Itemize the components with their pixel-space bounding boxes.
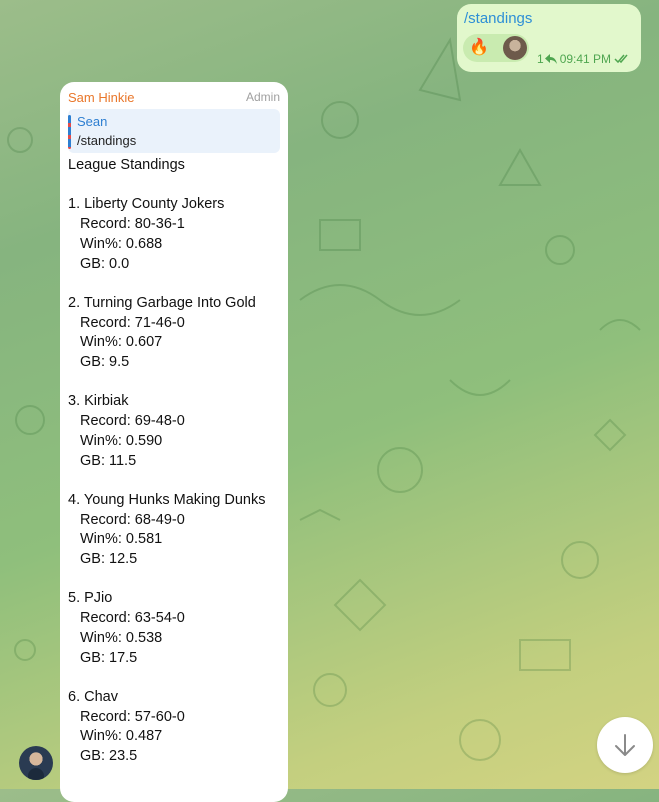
reply-quote-text: /standings xyxy=(77,133,137,148)
outgoing-message-bubble[interactable]: /standings 🔥 1 09:41 PM xyxy=(457,4,641,72)
incoming-message-bubble[interactable]: Sam Hinkie Admin Sean /standings League … xyxy=(60,82,288,802)
team-games-behind: GB: 12.5 xyxy=(80,551,138,567)
admin-badge: Admin xyxy=(245,90,280,104)
team-heading: 1. Liberty County Jokers xyxy=(68,196,225,213)
reply-arrow-icon xyxy=(544,54,557,64)
reply-quote[interactable]: Sean /standings xyxy=(68,109,280,153)
team-games-behind: GB: 0.0 xyxy=(80,255,130,272)
team-record: Record: 71-46-0 xyxy=(80,314,185,331)
reaction-bar[interactable]: 🔥 xyxy=(463,34,529,62)
team-heading: 3. Kirbiak xyxy=(68,393,129,410)
team-games-behind: GB: 11.5 xyxy=(80,452,137,469)
standings-title: League Standings xyxy=(68,157,185,173)
message-meta: 1 09:41 PM xyxy=(537,52,632,66)
team-win-pct: Win%: 0.590 xyxy=(80,432,163,449)
standings-team-entry: 6. Chav Record: 57-60-0 Win%: 0.487 GB: … xyxy=(68,688,284,767)
standings-team-entry: 5. PJio Record: 63-54-0 Win%: 0.538 GB: … xyxy=(68,589,284,668)
team-win-pct: Win%: 0.581 xyxy=(80,531,163,548)
reaction-user-avatar xyxy=(503,36,527,60)
message-time: 09:41 PM xyxy=(559,52,612,66)
scroll-down-button[interactable] xyxy=(597,717,653,773)
sender-name[interactable]: Sam Hinkie xyxy=(68,90,134,105)
team-games-behind: GB: 9.5 xyxy=(80,354,130,370)
outgoing-message-text[interactable]: /standings xyxy=(464,10,532,27)
team-win-pct: Win%: 0.607 xyxy=(80,334,163,351)
fire-reaction-icon[interactable]: 🔥 xyxy=(469,38,489,58)
team-record: Record: 80-36-1 xyxy=(80,216,185,233)
reply-quote-bar xyxy=(68,115,71,149)
team-record: Record: 68-49-0 xyxy=(80,511,185,528)
reply-quote-author: Sean xyxy=(77,114,108,129)
team-games-behind: GB: 17.5 xyxy=(80,649,138,666)
team-win-pct: Win%: 0.538 xyxy=(80,629,163,646)
team-heading: 2. Turning Garbage Into Gold xyxy=(68,294,256,311)
team-win-pct: Win%: 0.487 xyxy=(80,728,163,745)
team-heading: 5. PJio xyxy=(68,590,113,607)
double-check-icon xyxy=(614,54,628,64)
team-win-pct: Win%: 0.688 xyxy=(80,235,163,252)
standings-team-entry: 4. Young Hunks Making Dunks Record: 68-4… xyxy=(68,491,284,570)
standings-team-entry: 3. Kirbiak Record: 69-48-0 Win%: 0.590 G… xyxy=(68,392,284,471)
reply-count[interactable]: 1 xyxy=(537,52,557,66)
team-heading: 6. Chav xyxy=(68,688,118,705)
team-games-behind: GB: 23.5 xyxy=(80,748,138,764)
standings-message-body: League Standings 1. Liberty County Joker… xyxy=(68,156,284,767)
arrow-down-icon xyxy=(615,734,635,756)
team-heading: 4. Young Hunks Making Dunks xyxy=(68,491,266,508)
sender-avatar[interactable] xyxy=(19,746,53,780)
standings-team-entry: 2. Turning Garbage Into Gold Record: 71-… xyxy=(68,294,284,373)
reply-count-number: 1 xyxy=(537,52,544,66)
team-record: Record: 63-54-0 xyxy=(80,610,185,627)
team-record: Record: 69-48-0 xyxy=(80,413,185,430)
standings-team-entry: 1. Liberty County Jokers Record: 80-36-1… xyxy=(68,195,284,274)
team-record: Record: 57-60-0 xyxy=(80,708,185,725)
